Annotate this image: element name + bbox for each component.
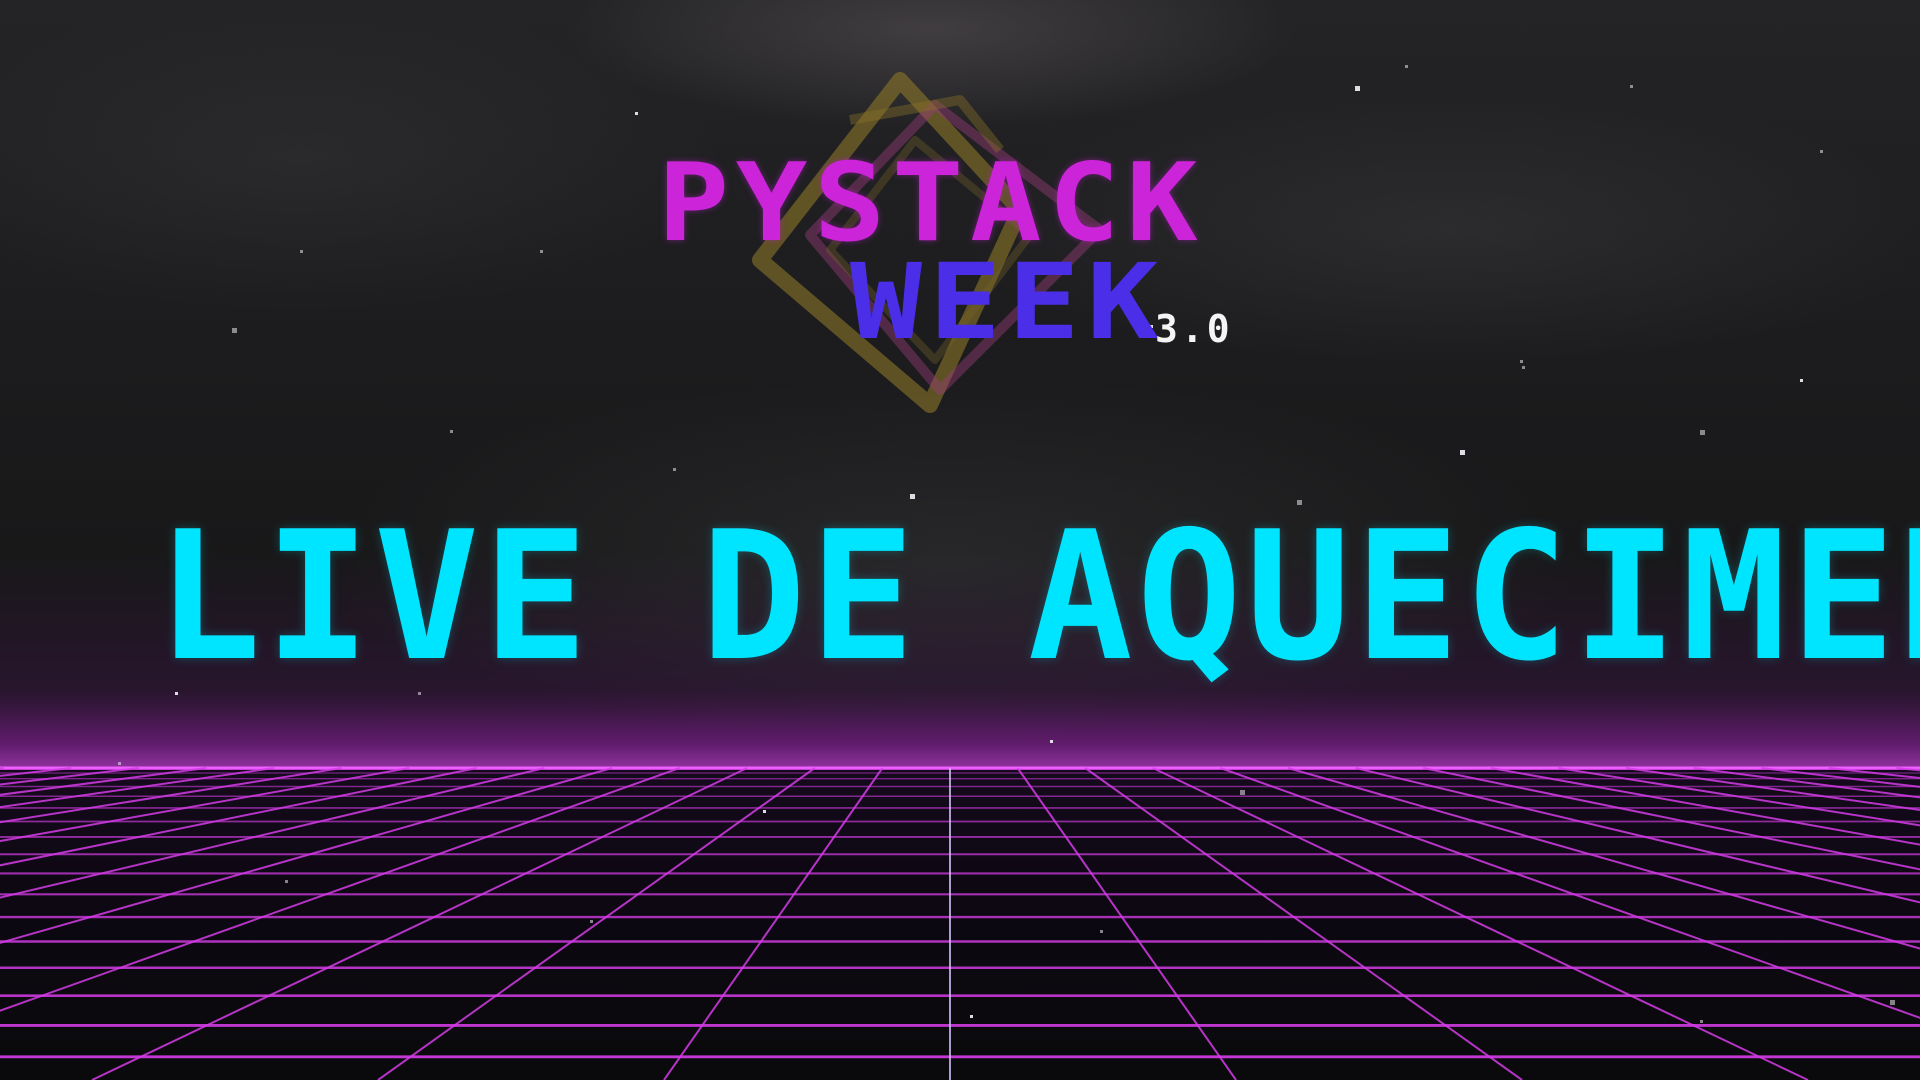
star xyxy=(1890,1000,1895,1005)
star xyxy=(590,920,593,923)
star xyxy=(1700,430,1705,435)
star xyxy=(1405,65,1408,68)
star xyxy=(540,250,543,253)
headline: LIVE DE AQUECIMENTO xyxy=(156,493,1920,700)
star xyxy=(450,430,453,433)
star xyxy=(970,1015,973,1018)
logo-week: WEEK xyxy=(850,241,1166,363)
star xyxy=(1100,930,1103,933)
star xyxy=(300,250,303,253)
star xyxy=(118,762,121,765)
logo-version: 3.0 xyxy=(1155,307,1233,351)
star xyxy=(1520,360,1523,363)
star xyxy=(285,880,288,883)
star xyxy=(1630,85,1633,88)
star xyxy=(1522,366,1525,369)
star xyxy=(1460,450,1465,455)
thumbnail-scene: PYSTACK WEEK 3.0 LIVE DE AQUECIMENTO xyxy=(0,0,1920,1080)
star xyxy=(1700,1020,1703,1023)
star xyxy=(1800,379,1803,382)
star xyxy=(763,810,766,813)
star xyxy=(232,328,237,333)
star xyxy=(1240,790,1245,795)
star xyxy=(635,112,638,115)
star xyxy=(1050,740,1053,743)
star xyxy=(673,468,676,471)
star xyxy=(1820,150,1823,153)
star xyxy=(1355,86,1360,91)
